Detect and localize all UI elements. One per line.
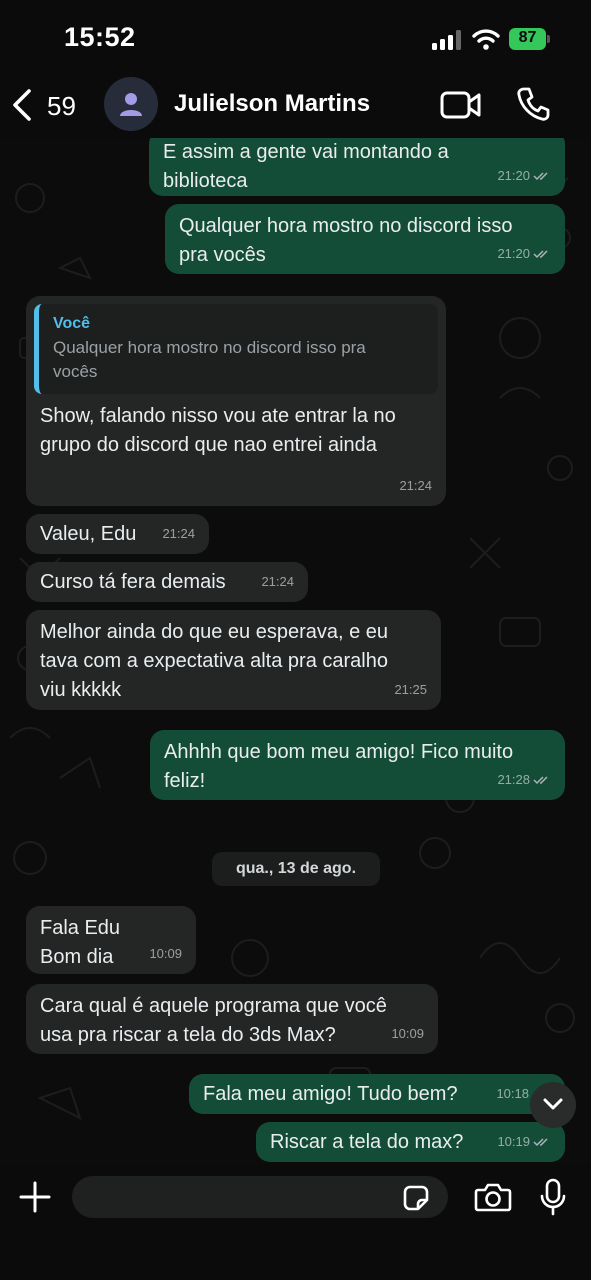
message-time: 10:18 <box>496 1086 529 1101</box>
message-bubble-outgoing[interactable]: Fala meu amigo! Tudo bem? 10:18 <box>189 1074 565 1114</box>
read-receipt-icon <box>533 1137 548 1146</box>
message-bubble-incoming[interactable]: Fala Edu Bom dia 10:09 <box>26 906 196 974</box>
message-text: Show, falando nisso vou ate entrar la no… <box>40 405 396 456</box>
message-time: 21:28 <box>497 772 530 787</box>
message-input[interactable] <box>72 1176 448 1218</box>
message-meta: 21:25 <box>394 675 427 704</box>
message-meta: 21:20 <box>497 239 551 268</box>
contact-name[interactable]: Julielson Martins <box>174 90 370 118</box>
unread-count[interactable]: 59 <box>47 91 76 122</box>
date-separator: qua., 13 de ago. <box>212 852 380 886</box>
message-text: Qualquer hora mostro no discord isso pra… <box>179 215 513 266</box>
cellular-signal-icon <box>432 30 461 50</box>
message-bubble-outgoing[interactable]: Ahhhh que bom meu amigo! Fico muito feli… <box>150 730 565 800</box>
message-bubble-incoming[interactable]: Você Qualquer hora mostro no discord iss… <box>26 296 446 506</box>
message-time: 21:24 <box>162 526 195 541</box>
sticker-icon[interactable] <box>401 1183 431 1213</box>
message-meta: 10:19 <box>497 1127 551 1156</box>
wifi-icon <box>472 29 500 50</box>
message-bubble-incoming[interactable]: Cara qual é aquele programa que você usa… <box>26 984 438 1054</box>
battery-level: 87 <box>518 29 537 46</box>
composer-bar <box>0 1164 591 1280</box>
camera-icon[interactable] <box>474 1181 512 1213</box>
video-call-icon[interactable] <box>440 90 482 120</box>
message-meta: 21:24 <box>261 567 294 596</box>
plus-icon[interactable] <box>18 1180 52 1214</box>
scroll-to-bottom-button[interactable] <box>530 1082 576 1128</box>
message-time: 10:19 <box>497 1134 530 1149</box>
message-text: E assim a gente vai montando a bibliotec… <box>163 141 449 192</box>
message-time: 21:20 <box>497 168 530 183</box>
message-meta: 21:28 <box>497 765 551 794</box>
message-meta: 21:20 <box>497 161 551 190</box>
battery-indicator: 87 <box>509 28 551 50</box>
chevron-down-icon <box>543 1098 563 1110</box>
message-time: 21:24 <box>261 574 294 589</box>
message-bubble-incoming[interactable]: Curso tá fera demais 21:24 <box>26 562 308 602</box>
message-time: 21:20 <box>497 246 530 261</box>
message-text: Ahhhh que bom meu amigo! Fico muito feli… <box>164 741 514 792</box>
message-time: 21:25 <box>394 682 427 697</box>
message-time: 10:09 <box>149 946 182 961</box>
microphone-icon[interactable] <box>540 1178 566 1216</box>
quoted-author: Você <box>53 315 91 332</box>
message-meta: 10:09 <box>391 1019 424 1048</box>
message-meta: 10:09 <box>149 939 182 968</box>
phone-icon[interactable] <box>516 86 550 122</box>
message-meta: 21:24 <box>162 519 195 548</box>
person-icon <box>120 93 142 116</box>
back-chevron-icon[interactable] <box>10 88 34 122</box>
read-receipt-icon <box>533 171 548 180</box>
read-receipt-icon <box>533 249 548 258</box>
message-text: Curso tá fera demais <box>40 571 226 593</box>
status-time: 15:52 <box>64 22 136 52</box>
message-bubble-outgoing[interactable]: E assim a gente vai montando a bibliotec… <box>149 138 565 196</box>
message-bubble-outgoing[interactable]: Qualquer hora mostro no discord isso pra… <box>165 204 565 274</box>
status-bar: 15:52 87 <box>0 0 591 72</box>
chat-area[interactable]: E assim a gente vai montando a bibliotec… <box>0 138 591 1164</box>
message-text: Melhor ainda do que eu esperava, e eu ta… <box>40 621 389 701</box>
message-text: Cara qual é aquele programa que você usa… <box>40 995 387 1046</box>
message-time: 21:24 <box>399 478 432 493</box>
message-time: 10:09 <box>391 1026 424 1041</box>
chat-header: 59 Julielson Martins <box>0 72 591 138</box>
quoted-message[interactable]: Você Qualquer hora mostro no discord iss… <box>34 304 438 394</box>
message-bubble-incoming[interactable]: Melhor ainda do que eu esperava, e eu ta… <box>26 610 441 710</box>
message-bubble-outgoing[interactable]: Riscar a tela do max? 10:19 <box>256 1122 565 1162</box>
message-bubble-incoming[interactable]: Valeu, Edu 21:24 <box>26 514 209 554</box>
quoted-text: Qualquer hora mostro no discord isso pra… <box>53 338 366 381</box>
message-meta: 21:24 <box>399 471 432 500</box>
read-receipt-icon <box>533 775 548 784</box>
avatar[interactable] <box>104 77 158 131</box>
message-meta: 10:18 <box>496 1079 529 1108</box>
